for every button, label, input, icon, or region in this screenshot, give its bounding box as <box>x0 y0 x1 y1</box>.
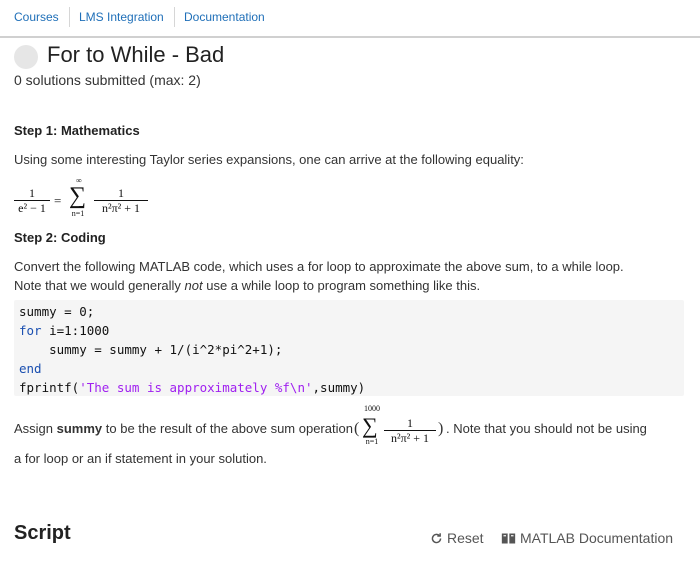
code-line-4: end <box>19 359 42 378</box>
code-keyword: end <box>19 361 42 376</box>
text-fragment: Note that we would generally <box>14 278 185 293</box>
rhs-numerator: 1 <box>118 186 124 200</box>
text-fragment: use a while loop to program something li… <box>202 278 481 293</box>
step2-text-line2: Note that we would generally not use a w… <box>14 276 480 295</box>
documentation-label: MATLAB Documentation <box>520 530 674 546</box>
inline-denominator: n²π² + 1 <box>390 431 430 445</box>
code-line-1: summy = 0; <box>19 304 95 319</box>
tab-documentation[interactable]: Documentation <box>184 10 265 24</box>
code-string: 'The sum is approximately %f\n' <box>79 380 313 395</box>
rhs-denominator: n²π² + 1 <box>101 201 141 215</box>
tab-courses[interactable]: Courses <box>14 10 59 24</box>
step2-text-line1: Convert the following MATLAB code, which… <box>14 259 624 274</box>
top-nav: Courses LMS Integration Documentation <box>0 0 700 38</box>
submission-count: 0 solutions submitted (max: 2) <box>14 72 201 88</box>
paren-close: ) <box>438 420 444 437</box>
code-line-5: fprintf('The sum is approximately %f\n',… <box>19 378 365 397</box>
sum-upper-limit: 1000 <box>364 404 380 413</box>
code-line-3: summy = summy + 1/(i^2*pi^2+1); <box>19 342 283 357</box>
sigma-symbol: ∑ <box>69 183 87 209</box>
sigma-symbol: ∑ <box>362 413 378 438</box>
nav-divider <box>69 7 70 27</box>
page-title: For to While - Bad <box>47 42 225 67</box>
paren-open: ( <box>354 420 360 437</box>
tab-lms-integration[interactable]: LMS Integration <box>79 10 164 24</box>
script-heading: Script <box>14 522 71 544</box>
code-line-2: for i=1:1000 <box>19 321 109 340</box>
sum-lower-limit: n=1 <box>365 437 379 446</box>
code-text: ,summy) <box>312 380 366 395</box>
sum-lower-limit: n=1 <box>71 209 85 218</box>
assign-text: Assign summy to be the result of the abo… <box>14 421 353 436</box>
reset-label: Reset <box>447 530 484 546</box>
lhs-denominator: e² − 1 <box>18 201 46 215</box>
assign-text-line2: a for loop or an if statement in your so… <box>14 451 267 466</box>
text-fragment: Assign <box>14 421 57 436</box>
inline-fraction: 1 n²π² + 1 <box>384 416 436 445</box>
step1-heading: Step 1: Mathematics <box>14 123 140 138</box>
solution-status-icon <box>14 45 38 69</box>
nav-divider <box>174 7 175 27</box>
matlab-code-block: summy = 0; for i=1:1000 summy = summy + … <box>14 300 684 396</box>
refresh-icon <box>431 533 442 544</box>
lhs-fraction: 1 e² − 1 <box>14 186 50 215</box>
inline-numerator: 1 <box>407 416 413 430</box>
step2-heading: Step 2: Coding <box>14 230 106 245</box>
variable-name: summy <box>56 421 103 436</box>
emphasis-not: not <box>184 278 203 293</box>
text-fragment: to be the result of the above sum operat… <box>102 421 353 436</box>
assign-text-end: . Note that you should not be using <box>446 421 647 436</box>
matlab-documentation-button[interactable]: MATLAB Documentation <box>501 530 673 546</box>
code-text: fprintf( <box>19 380 80 395</box>
inline-sum: ( 1000 ∑ n=1 1 n²π² + 1 ) <box>354 404 446 450</box>
taylor-equation: 1 e² − 1 = ∞ ∑ n=1 1 n²π² + 1 <box>14 176 154 220</box>
equals-sign: = <box>54 193 62 208</box>
code-keyword: for <box>19 323 42 338</box>
code-text: i=1:1000 <box>41 323 110 338</box>
rhs-fraction: 1 n²π² + 1 <box>94 186 148 215</box>
step1-text: Using some interesting Taylor series exp… <box>14 152 524 167</box>
book-icon <box>501 533 516 544</box>
lhs-numerator: 1 <box>29 186 35 200</box>
reset-button[interactable]: Reset <box>430 530 484 546</box>
